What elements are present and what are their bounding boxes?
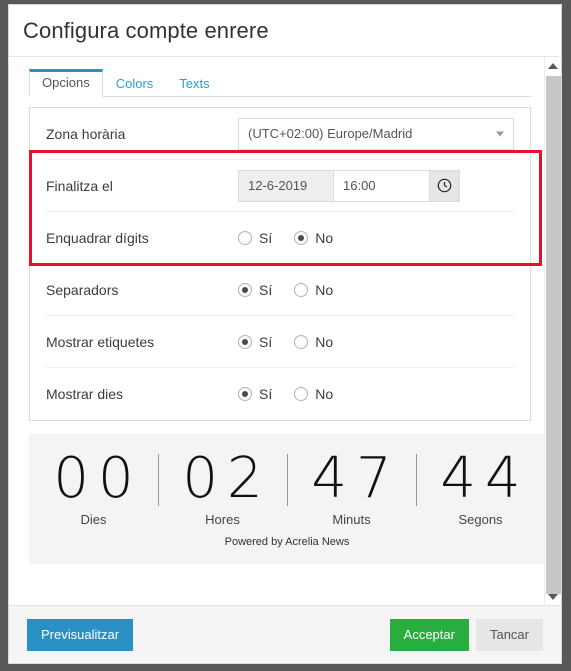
radio-label: No [315, 281, 334, 298]
enquadrar-digits-radio-group: Sí No [238, 230, 333, 246]
radio-icon [294, 334, 309, 349]
dialog-header: Configura compte enrere [9, 5, 561, 57]
countdown-unit-hores: 02 Hores [158, 448, 287, 527]
powered-by-text: Powered by Acrelia News [224, 536, 350, 548]
countdown-digits-segons: 44 [440, 446, 530, 511]
triangle-up-icon [548, 62, 558, 69]
tab-colors[interactable]: Colors [103, 70, 167, 97]
enquadrar-digits-no[interactable]: No [294, 230, 333, 246]
triangle-down-icon [548, 593, 558, 600]
countdown-label-hores: Hores [205, 512, 240, 527]
mostrar-etiquetes-no[interactable]: No [294, 334, 333, 350]
end-time-input[interactable]: 16:00 [334, 169, 430, 202]
row-timezone: Zona horària (UTC+02:00) Europe/Madrid [46, 108, 514, 160]
radio-icon [238, 282, 252, 297]
countdown-label-dies: Dies [80, 512, 107, 527]
mostrar-etiquetes-label: Mostrar etiquetes [46, 333, 155, 350]
radio-label: No [315, 229, 334, 246]
enquadrar-digits-label: Enquadrar dígits [46, 229, 149, 246]
separadors-no[interactable]: No [294, 282, 333, 298]
radio-label: No [315, 333, 334, 350]
radio-icon [238, 387, 252, 401]
vertical-scrollbar[interactable] [544, 57, 561, 605]
countdown-label-segons: Segons [458, 512, 503, 527]
clock-picker-button[interactable] [430, 169, 460, 202]
tab-opcions[interactable]: Opcions [29, 69, 103, 97]
mostrar-dies-no[interactable]: No [294, 386, 333, 402]
end-date-input[interactable]: 12-6-2019 [238, 169, 334, 202]
accept-button[interactable]: Acceptar [389, 618, 469, 651]
datetime-group: 12-6-2019 16:00 [238, 169, 460, 202]
dialog-footer: Previsualitzar Acceptar Tancar [9, 605, 561, 663]
timezone-selected-value: (UTC+02:00) Europe/Madrid [248, 126, 413, 141]
tab-texts[interactable]: Texts [166, 70, 222, 97]
countdown-unit-minuts: 47 Minuts [287, 448, 416, 527]
countdown-digits-minuts: 47 [311, 446, 401, 511]
chevron-down-icon [496, 131, 504, 136]
row-separadors: Separadors Sí No [46, 264, 514, 316]
scroll-down-button[interactable] [545, 588, 561, 605]
radio-label: Sí [259, 386, 273, 402]
row-enquadrar-digits: Enquadrar dígits Sí No [46, 212, 514, 264]
mostrar-dies-yes[interactable]: Sí [238, 386, 272, 402]
ends-at-label: Finalitza el [46, 177, 113, 194]
radio-icon [238, 230, 252, 245]
separadors-radio-group: Sí No [238, 282, 333, 298]
radio-icon [294, 230, 309, 245]
timezone-label: Zona horària [46, 125, 126, 142]
mostrar-etiquetes-radio-group: Sí No [238, 334, 333, 350]
countdown-preview: 00 Dies 02 Hores 47 Minuts 44 Segons Pow… [29, 434, 545, 564]
tab-bar: Opcions Colors Texts [29, 67, 531, 97]
radio-icon [238, 334, 252, 349]
row-mostrar-etiquetes: Mostrar etiquetes Sí No [46, 316, 514, 368]
clock-icon [437, 178, 452, 193]
countdown-digits-dies: 00 [53, 446, 143, 511]
radio-icon [294, 282, 309, 297]
mostrar-dies-label: Mostrar dies [46, 386, 124, 402]
radio-label: Sí [259, 281, 273, 298]
radio-icon [294, 387, 309, 401]
close-button[interactable]: Tancar [475, 618, 543, 651]
preview-button[interactable]: Previsualitzar [27, 618, 134, 651]
separadors-yes[interactable]: Sí [238, 282, 272, 298]
scroll-up-button[interactable] [545, 57, 561, 74]
countdown-unit-dies: 00 Dies [29, 446, 158, 528]
countdown-config-dialog: Configura compte enrere Opcions Colors T… [8, 4, 562, 664]
row-ends-at: Finalitza el 12-6-2019 16:00 [46, 160, 514, 212]
row-mostrar-dies: Mostrar dies Sí No [46, 368, 514, 420]
countdown-units: 00 Dies 02 Hores 47 Minuts 44 Segons [29, 446, 545, 528]
scrollbar-thumb[interactable] [546, 76, 561, 594]
enquadrar-digits-yes[interactable]: Sí [238, 230, 272, 246]
dialog-body-content: Opcions Colors Texts Zona horària (UTC+0… [9, 57, 545, 564]
mostrar-etiquetes-yes[interactable]: Sí [238, 334, 272, 350]
countdown-unit-segons: 44 Segons [416, 448, 545, 527]
countdown-digits-hores: 02 [182, 446, 272, 511]
radio-label: Sí [259, 229, 273, 246]
radio-label: No [315, 386, 334, 402]
dialog-body: Opcions Colors Texts Zona horària (UTC+0… [9, 57, 561, 605]
dialog-title: Configura compte enrere [23, 17, 269, 43]
radio-label: Sí [259, 333, 273, 350]
countdown-label-minuts: Minuts [332, 512, 371, 527]
mostrar-dies-radio-group: Sí No [238, 386, 333, 402]
separadors-label: Separadors [46, 281, 119, 298]
options-card: Zona horària (UTC+02:00) Europe/Madrid F… [29, 107, 531, 421]
timezone-select[interactable]: (UTC+02:00) Europe/Madrid [238, 117, 514, 150]
